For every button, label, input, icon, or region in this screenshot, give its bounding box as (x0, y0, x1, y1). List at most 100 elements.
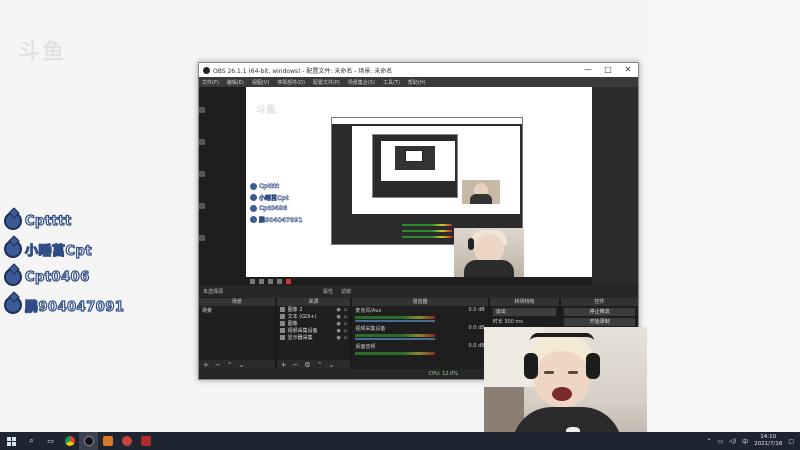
eye-icon[interactable]: ◉ (337, 307, 341, 313)
search-button[interactable]: ⌕ (22, 432, 41, 450)
preview-name-list: Cptttt 小睡莒Cpt Cpt0406 鹏904047091 (250, 181, 303, 225)
image-icon (279, 321, 285, 326)
taskview-button[interactable]: ▭ (41, 432, 60, 450)
eye-icon[interactable]: ◉ (337, 314, 341, 320)
volume-slider[interactable] (355, 338, 436, 340)
chrome-button[interactable] (60, 432, 79, 450)
app-button[interactable] (136, 432, 155, 450)
badge-icon (4, 240, 22, 258)
obs-preview[interactable]: 斗鱼 Cptttt 小睡莒Cpt Cpt0406 鹏904047091 (246, 87, 592, 278)
source-row[interactable]: 图像 2 ◉ ▫ (277, 306, 351, 313)
minimize-button[interactable]: — (578, 63, 598, 77)
controls-title: 控件 (561, 298, 638, 306)
source-row[interactable]: 文本 (GDI+) ◉ ▫ (277, 313, 351, 320)
app-button[interactable] (98, 432, 117, 450)
filters-button[interactable]: 滤镜 (341, 288, 351, 295)
menu-help[interactable]: 帮助(H) (408, 79, 426, 86)
network-icon[interactable]: ▭ (717, 438, 723, 445)
duration-value[interactable]: 300 ms (504, 319, 523, 325)
start-recording-button[interactable]: 开始录制 (564, 318, 635, 326)
menu-profile[interactable]: 配置文件(P) (313, 79, 340, 86)
menu-scene-collection[interactable]: 场景集合(S) (348, 79, 375, 86)
lock-icon[interactable]: ▫ (344, 307, 347, 313)
lock-icon[interactable]: ▫ (344, 335, 347, 341)
menu-tools[interactable]: 工具(T) (383, 79, 400, 86)
badge-icon (250, 183, 257, 190)
stop-streaming-button[interactable]: 停止推流 (564, 308, 635, 316)
desktop-stage: 斗鱼 Cptttt 小睡莒Cpt Cpt0406 鹏904047091 OBS … (0, 0, 800, 450)
transition-select[interactable]: 淡出 (492, 308, 557, 316)
app-button[interactable] (117, 432, 136, 450)
scenes-title: 场景 (199, 298, 275, 306)
remove-icon[interactable]: − (293, 361, 299, 369)
move-down-icon[interactable]: ⌄ (239, 361, 245, 369)
chevron-up-icon[interactable]: ⌃ (706, 438, 711, 445)
channel-name: 视频采集设备 (355, 326, 386, 332)
eye-icon[interactable]: ◉ (337, 321, 341, 327)
gear-icon[interactable]: ⚙ (304, 361, 310, 369)
badge-icon (250, 194, 257, 201)
eye-icon[interactable]: ◉ (337, 328, 341, 334)
clock[interactable]: 14:10 2021/7/16 (754, 434, 782, 448)
mixer-list: 麦克风/Aux 0.0 dB 视频采集设备 0.0 dB 桌面音频 0.0 dB (352, 306, 488, 370)
badge-icon (4, 296, 22, 314)
move-down-icon[interactable]: ⌄ (329, 361, 335, 369)
channel-name: 桌面音频 (355, 344, 376, 350)
strip-icon (199, 235, 205, 241)
eye-icon[interactable]: ◉ (337, 335, 341, 341)
windows-icon (6, 436, 16, 446)
notification-icon[interactable]: ▢ (788, 438, 794, 445)
sources-dock: 来源 图像 2 ◉ ▫ 文本 (GDI+) ◉ ▫ 图像 ◉ ▫ 视频采集设备 ◉ ▫ 显示器采… (276, 298, 351, 370)
ime-icon[interactable]: 中 (742, 437, 748, 446)
clock-date: 2021/7/16 (754, 441, 783, 447)
source-name: 显示器采集 (287, 335, 313, 341)
overlay-name-list: Cptttt 小睡莒Cpt Cpt0406 鹏904047091 (4, 208, 144, 320)
menu-edit[interactable]: 编辑(E) (227, 79, 244, 86)
nested-meter (402, 236, 452, 238)
scene-item[interactable]: 场景 (199, 306, 275, 315)
preview-name-text: Cptttt (259, 183, 280, 191)
lock-icon[interactable]: ▫ (344, 321, 347, 327)
move-up-icon[interactable]: ⌃ (227, 361, 233, 369)
maximize-button[interactable]: □ (598, 63, 618, 77)
chrome-icon (64, 436, 75, 446)
preview-task-icon (286, 278, 291, 284)
close-button[interactable]: ✕ (618, 63, 638, 77)
source-name: 视频采集设备 (287, 328, 318, 334)
obs-taskbar-button[interactable] (79, 432, 98, 450)
mixer-channel: 视频采集设备 0.0 dB (352, 324, 487, 342)
volume-slider[interactable] (355, 320, 436, 322)
overlay-name-item: 小睡莒Cpt (4, 236, 144, 262)
source-row[interactable]: 视频采集设备 ◉ ▫ (277, 327, 351, 334)
menu-view[interactable]: 视图(V) (252, 79, 269, 86)
overlay-name-item: Cptttt (4, 208, 144, 234)
obs-titlebar[interactable]: OBS 26.1.1 (64-bit, windows) - 配置文件: 未命名… (199, 63, 638, 77)
clock-time: 14:10 (760, 434, 777, 440)
overlay-name-text: Cptttt (24, 213, 72, 229)
preview-task-icon (268, 278, 273, 284)
add-icon[interactable]: + (281, 361, 287, 369)
lock-icon[interactable]: ▫ (344, 328, 347, 334)
webcam-mouth (552, 387, 572, 401)
move-up-icon[interactable]: ⌃ (317, 361, 323, 369)
nested-window-2 (372, 134, 458, 198)
source-row[interactable]: 图像 ◉ ▫ (277, 320, 351, 327)
lock-icon[interactable]: ▫ (344, 314, 347, 320)
menu-file[interactable]: 文件(F) (202, 79, 219, 86)
source-row[interactable]: 显示器采集 ◉ ▫ (277, 334, 351, 341)
start-button[interactable] (0, 432, 22, 450)
badge-icon (250, 205, 257, 212)
volume-icon[interactable]: ◁) (729, 438, 736, 445)
add-icon[interactable]: + (203, 361, 209, 369)
preview-name-item: Cptttt (250, 181, 303, 192)
channel-db: 0.0 dB (468, 325, 485, 331)
sources-list: 图像 2 ◉ ▫ 文本 (GDI+) ◉ ▫ 图像 ◉ ▫ 视频采集设备 ◉ ▫ 显示器采集 ◉ ▫ (276, 306, 351, 360)
properties-button[interactable]: 属性 (323, 288, 333, 295)
strip-icon (199, 139, 205, 145)
taskbar-in-preview (246, 277, 592, 285)
remove-icon[interactable]: − (215, 361, 221, 369)
webcam-eye (544, 371, 554, 374)
menu-docks[interactable]: 停靠部件(D) (277, 79, 305, 86)
mixer-channel: 麦克风/Aux 0.0 dB (352, 306, 487, 324)
preview-name-item: Cpt0406 (250, 203, 303, 214)
